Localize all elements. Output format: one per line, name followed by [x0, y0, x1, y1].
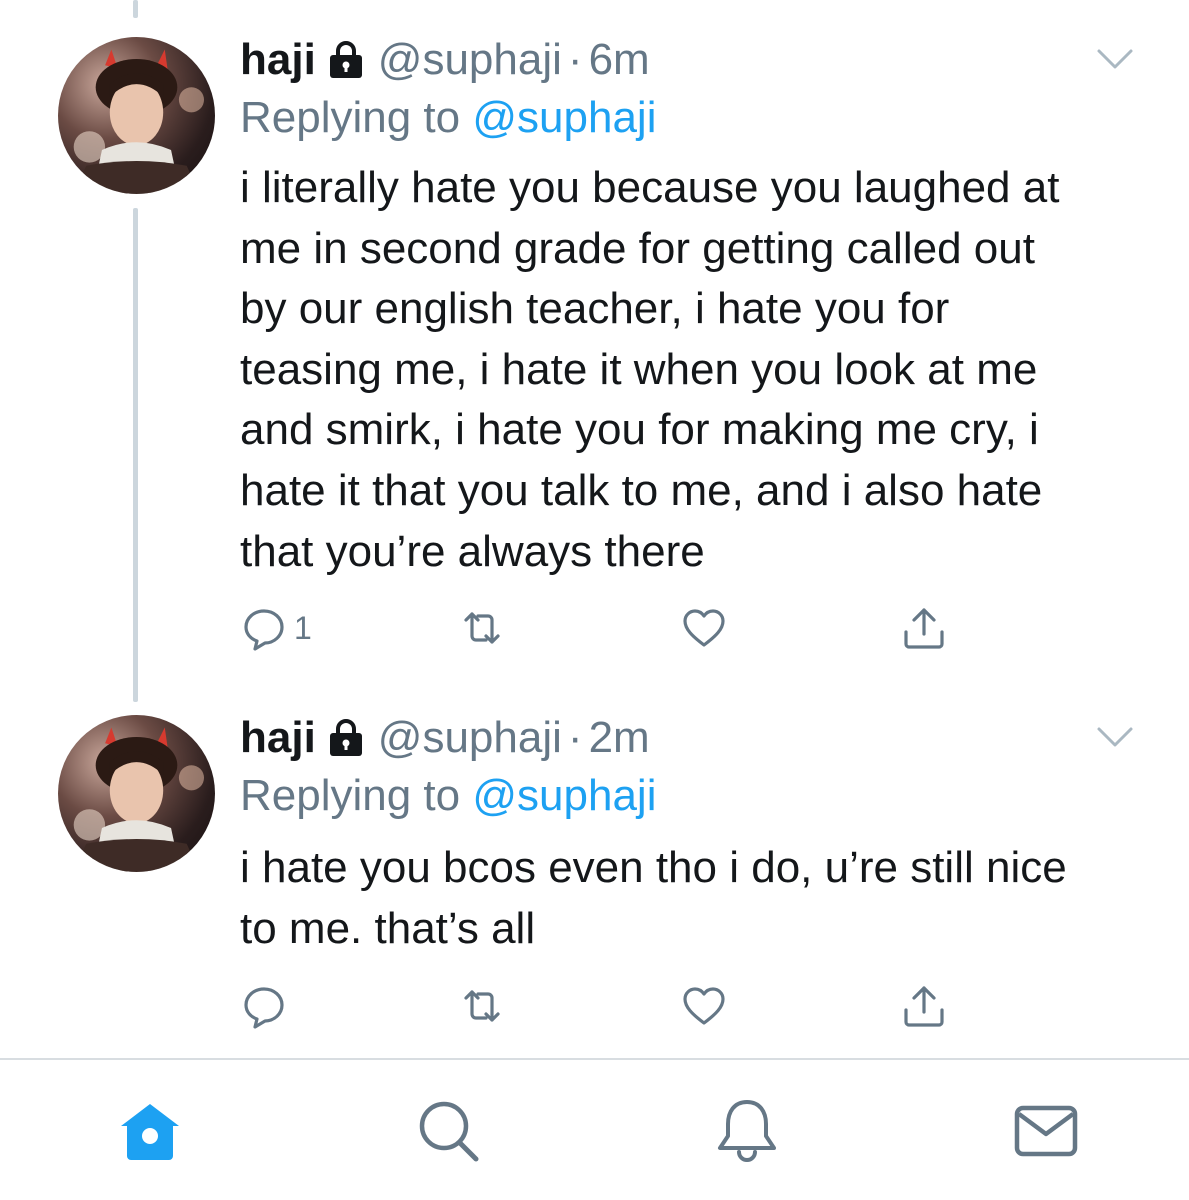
tab-messages[interactable] [1011, 1096, 1081, 1166]
timestamp[interactable]: 6m [589, 30, 650, 90]
tweet-header: haji @suphaji · 6m [240, 30, 650, 90]
username[interactable]: @suphaji [378, 30, 562, 90]
username[interactable]: @suphaji [378, 708, 562, 768]
share-button[interactable] [900, 976, 948, 1036]
reply-button[interactable] [240, 976, 294, 1036]
share-button[interactable] [900, 598, 948, 658]
tweet[interactable]: haji @suphaji · 6m Replying to @suphaji … [0, 30, 1189, 670]
lock-icon [329, 719, 362, 756]
reply-button[interactable]: 1 [240, 598, 312, 658]
display-name[interactable]: haji [240, 30, 316, 90]
tweet-text: i hate you bcos even tho i do, u’re stil… [240, 843, 1067, 953]
display-name[interactable]: haji [240, 708, 316, 768]
replying-to-mention[interactable]: @suphaji [472, 93, 656, 142]
replying-to: Replying to @suphaji [240, 768, 656, 824]
replying-to-mention[interactable]: @suphaji [472, 771, 656, 820]
avatar-image [73, 49, 205, 194]
avatar[interactable] [58, 37, 215, 194]
replying-to-label: Replying to [240, 93, 461, 142]
tweet-text: i literally hate you because you laughed… [240, 163, 1060, 576]
like-button[interactable] [680, 976, 728, 1036]
separator-dot: · [567, 713, 583, 762]
tab-home[interactable] [115, 1096, 185, 1166]
like-button[interactable] [680, 598, 728, 658]
reply-count: 1 [294, 609, 312, 646]
share-icon [904, 986, 944, 1027]
tweet[interactable]: haji @suphaji · 2m Replying to @suphaji … [0, 708, 1189, 1048]
reply-icon [244, 609, 284, 651]
share-icon [904, 608, 944, 649]
messages-icon [1014, 1105, 1078, 1157]
heart-icon [683, 609, 725, 647]
replying-to: Replying to @suphaji [240, 90, 656, 146]
chevron-down-icon[interactable] [1095, 724, 1135, 750]
chevron-down-icon[interactable] [1095, 46, 1135, 72]
separator-dot: · [567, 35, 583, 84]
tweet-actions [240, 976, 960, 1036]
replying-to-label: Replying to [240, 771, 461, 820]
retweet-icon [464, 990, 500, 1022]
thread-line-top [133, 0, 138, 18]
tweet-actions: 1 [240, 598, 960, 658]
search-icon [419, 1101, 479, 1162]
notifications-icon [718, 1100, 776, 1162]
lock-icon [329, 41, 362, 78]
tab-search[interactable] [412, 1096, 482, 1166]
retweet-icon [464, 612, 500, 644]
home-icon [121, 1104, 179, 1160]
reply-icon [244, 987, 284, 1029]
timestamp[interactable]: 2m [589, 708, 650, 768]
retweet-button[interactable] [458, 598, 506, 658]
tab-bar [0, 1060, 1189, 1200]
tweet-header: haji @suphaji · 2m [240, 708, 650, 768]
avatar[interactable] [58, 715, 215, 872]
tab-notifications[interactable] [712, 1096, 782, 1166]
avatar-image [73, 727, 205, 872]
heart-icon [683, 987, 725, 1025]
retweet-button[interactable] [458, 976, 506, 1036]
